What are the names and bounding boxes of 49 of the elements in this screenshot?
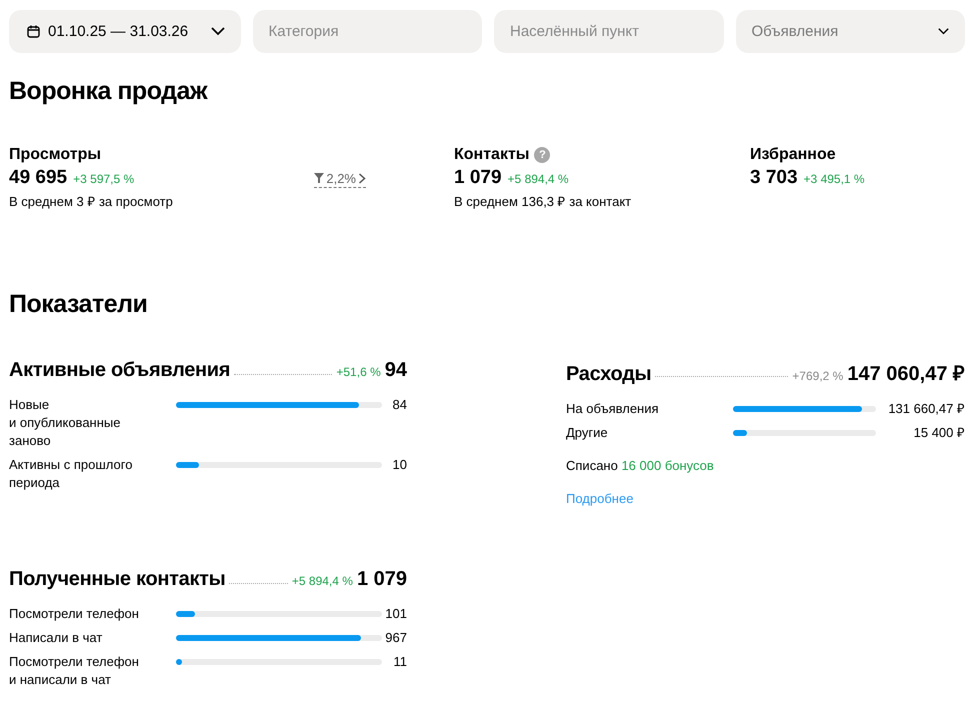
card-title: Активные объявления: [9, 359, 230, 382]
date-range-picker[interactable]: 01.10.25 — 31.03.26: [9, 10, 240, 53]
row-value: 101: [384, 605, 407, 623]
details-link[interactable]: Подробнее: [566, 491, 634, 506]
chevron-down-icon: [938, 28, 949, 35]
card-change: +51,6 %: [336, 365, 381, 379]
filter-icon: [314, 173, 324, 183]
metric-change: +3 597,5 %: [73, 172, 134, 186]
card-change: +769,2 %: [792, 369, 844, 383]
row-label: Другие: [566, 424, 609, 442]
card-total: 94: [384, 359, 407, 382]
help-icon[interactable]: ?: [534, 147, 550, 163]
chevron-down-icon: [210, 27, 224, 36]
metric-label: Просмотры: [9, 146, 102, 164]
metric-label: Контакты: [454, 146, 530, 164]
card-total: 1 079: [356, 568, 407, 591]
row-label: Посмотрели телефон: [9, 605, 140, 623]
row-value: 84: [392, 396, 407, 414]
row-label: Посмотрели телефон и написали в чат: [9, 653, 140, 689]
conversion-link[interactable]: 2,2%: [314, 170, 366, 188]
text-field[interactable]: Населённый пункт: [494, 10, 724, 53]
row-value: 967: [384, 629, 407, 647]
section-title: Воронка продаж: [9, 77, 209, 106]
row-value: 131 660,47 ₽: [887, 400, 965, 418]
row-label: Новые и опубликованные заново: [9, 396, 122, 450]
card-change: +5 894,4 %: [292, 574, 353, 588]
row-label: На объявления: [566, 400, 660, 418]
metric-change: +3 495,1 %: [804, 172, 865, 186]
row-value: 10: [392, 456, 407, 474]
written-off-text: Списано 16 000 бонусов: [566, 458, 715, 473]
metric-note: В среднем 136,3 ₽ за контакт: [454, 193, 632, 210]
dropdown[interactable]: Объявления: [736, 10, 965, 53]
row-value: 11: [392, 653, 407, 671]
card-title: Расходы: [566, 363, 652, 386]
metric-value: 3 703: [750, 167, 798, 189]
card-total: 147 060,47 ₽: [847, 362, 965, 386]
row-label: Написали в чат: [9, 629, 104, 647]
metric-value: 49 695: [9, 167, 68, 189]
row-value: 15 400 ₽: [912, 424, 965, 442]
metric-label: Избранное: [750, 146, 836, 164]
metric-note: В среднем 3 ₽ за просмотр: [9, 193, 174, 210]
text-field[interactable]: Категория: [252, 10, 482, 53]
metric-change: +5 894,4 %: [508, 172, 569, 186]
card-title: Полученные контакты: [9, 568, 226, 591]
section-title: Показатели: [9, 290, 148, 319]
chevron-right-icon: [358, 172, 366, 184]
calendar-icon: [27, 25, 40, 38]
metric-value: 1 079: [454, 167, 502, 189]
row-label: Активны с прошлого периода: [9, 456, 134, 492]
